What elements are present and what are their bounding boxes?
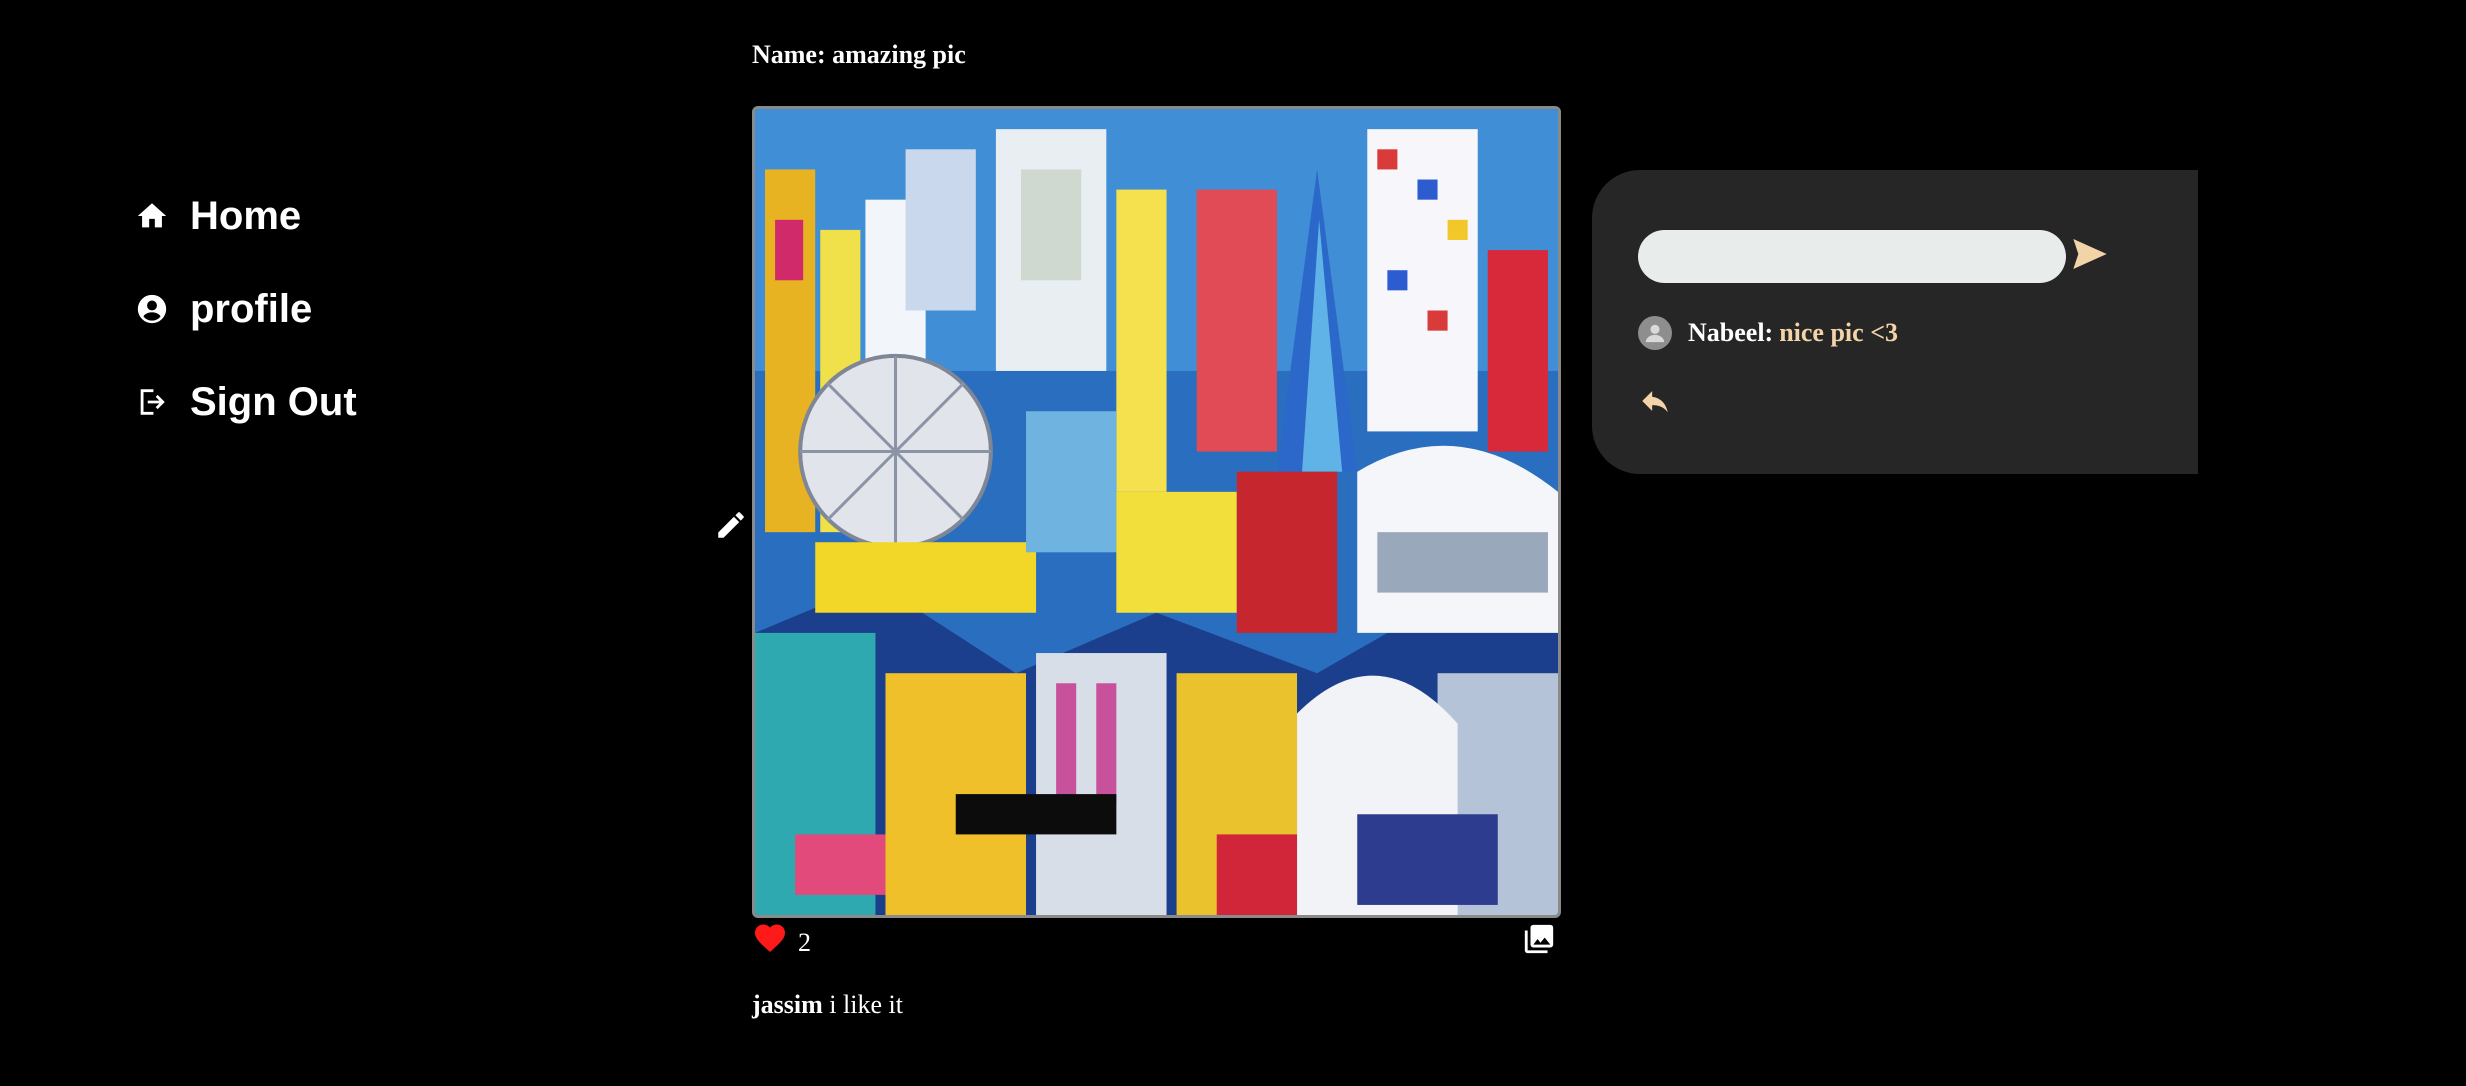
cityscape-painting [755,109,1558,915]
avatar[interactable] [1638,316,1672,350]
post-image [752,106,1561,918]
nav-item-profile[interactable]: profile [134,281,357,337]
home-icon [134,198,170,234]
heart-icon[interactable] [752,920,788,956]
comment-item: Nabeel: nice pic <3 [1638,316,1898,350]
nav-item-label: Sign Out [190,379,357,424]
comments-panel: Nabeel: nice pic <3 [1592,170,2198,474]
post-title: Name: amazing pic [752,40,966,69]
post-caption: jassim i like it [752,990,903,1020]
user-circle-icon [134,291,170,327]
send-icon[interactable] [2070,234,2110,274]
caption-text: i like it [829,990,903,1019]
sign-out-icon [134,384,170,420]
reply-icon[interactable] [1638,384,1672,418]
caption-user[interactable]: jassim [752,990,823,1019]
sidebar-nav: Home profile Sign Out [134,188,357,467]
nav-item-label: Home [190,193,302,238]
comment-user[interactable]: Nabeel: [1688,318,1773,348]
edit-icon[interactable] [714,508,748,542]
nav-item-label: profile [190,286,313,331]
comment-text: nice pic <3 [1779,318,1899,347]
like-row: 2 [752,920,811,956]
like-count: 2 [798,928,811,957]
gallery-icon[interactable] [1522,922,1556,956]
nav-item-home[interactable]: Home [134,188,357,244]
nav-item-sign-out[interactable]: Sign Out [134,374,357,430]
comment-input[interactable] [1638,230,2066,283]
